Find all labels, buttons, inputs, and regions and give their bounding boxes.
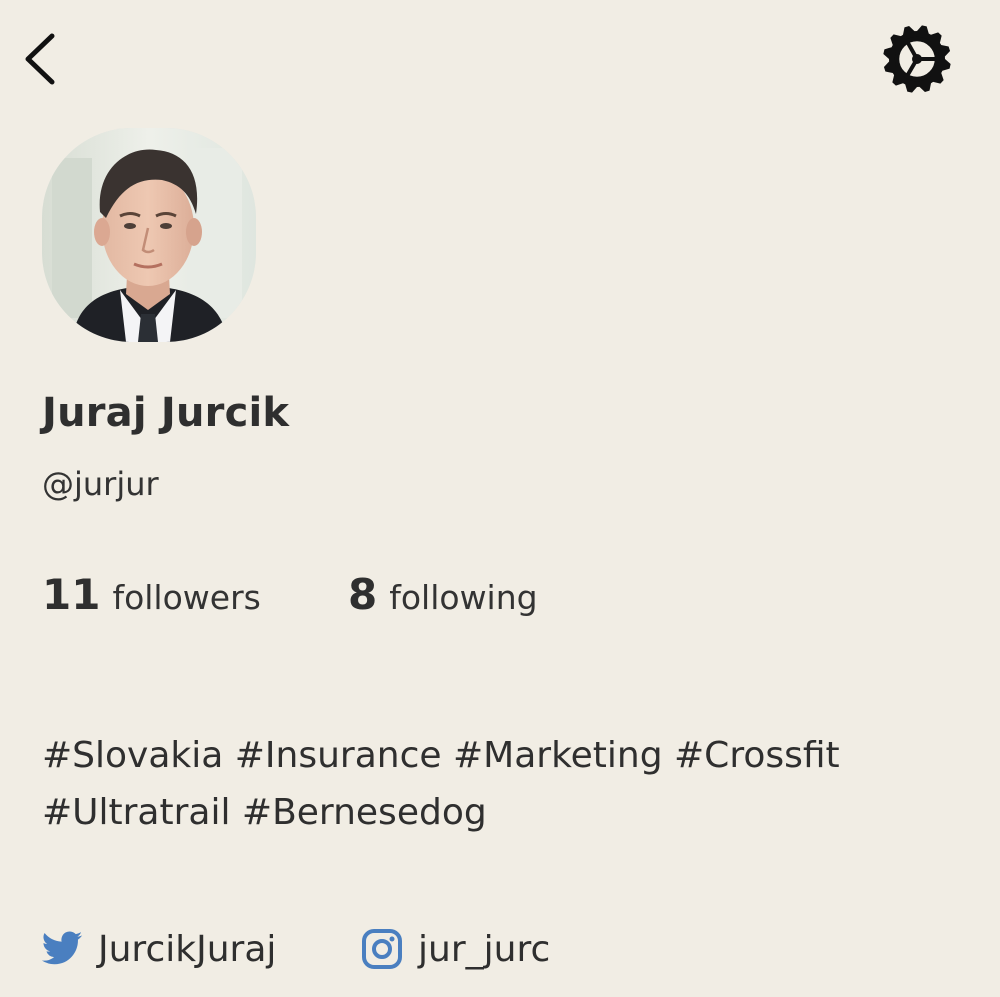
instagram-link[interactable]: jur_jurc	[360, 922, 550, 976]
display-name: Juraj Jurcik	[42, 390, 290, 436]
following-label: following	[389, 578, 538, 617]
back-button[interactable]	[18, 30, 66, 88]
following-stat[interactable]: 8 following	[348, 570, 538, 620]
followers-stat[interactable]: 11 followers	[42, 570, 261, 620]
chevron-left-icon	[18, 30, 66, 88]
followers-count: 11	[42, 570, 101, 619]
bio-line: #Ultratrail #Bernesedog	[42, 792, 487, 833]
bio-line: #Slovakia #Insurance #Marketing #Crossfi…	[42, 735, 840, 776]
twitter-icon	[40, 927, 84, 971]
gear-icon	[880, 22, 954, 96]
settings-button[interactable]	[880, 22, 954, 96]
top-bar	[0, 0, 1000, 110]
instagram-handle: jur_jurc	[418, 928, 551, 970]
avatar	[42, 128, 256, 342]
twitter-link[interactable]: JurcikJuraj	[40, 922, 276, 976]
followers-label: followers	[112, 578, 261, 617]
twitter-handle: JurcikJuraj	[98, 928, 277, 970]
bio: #Slovakia #Insurance #Marketing #Crossfi…	[42, 727, 942, 841]
username-handle: @jurjur	[42, 465, 159, 503]
instagram-icon	[360, 927, 404, 971]
following-count: 8	[348, 570, 378, 619]
